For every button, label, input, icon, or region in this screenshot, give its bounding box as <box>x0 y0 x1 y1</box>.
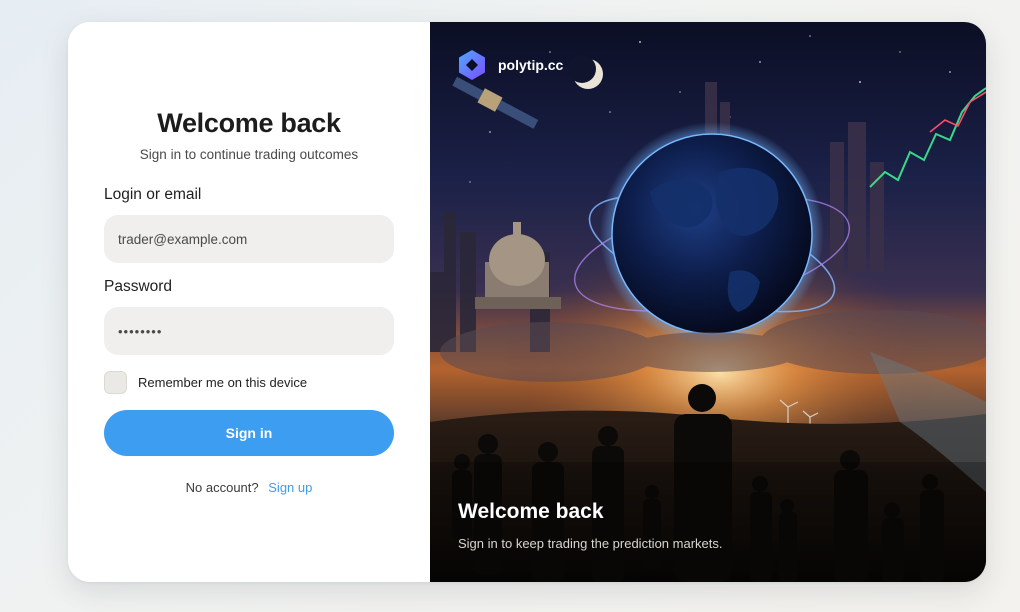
remember-label: Remember me on this device <box>138 375 308 390</box>
brand: polytip.cc <box>458 50 563 80</box>
no-account-text: No account? <box>185 480 259 495</box>
login-label: Login or email <box>104 186 202 203</box>
remember-row[interactable]: Remember me on this device <box>104 371 307 394</box>
login-panel: Welcome back Sign in to continue trading… <box>68 22 430 582</box>
page-title: Welcome back <box>157 108 341 138</box>
remember-checkbox[interactable] <box>104 371 127 394</box>
sign-in-button[interactable]: Sign in <box>104 410 394 456</box>
globe <box>611 133 813 335</box>
login-input[interactable] <box>104 215 394 263</box>
hero-title: Welcome back <box>458 500 604 523</box>
page-subtitle: Sign in to continue trading outcomes <box>139 147 359 162</box>
login-card: Welcome back Sign in to continue trading… <box>68 22 986 582</box>
sign-up-link[interactable]: Sign up <box>268 480 312 495</box>
capitol-building <box>475 222 561 309</box>
hero-illustration <box>430 35 986 582</box>
password-input[interactable] <box>104 307 394 355</box>
market-chart-line <box>869 87 986 188</box>
hero-subtitle: Sign in to keep trading the prediction m… <box>458 536 723 551</box>
password-label: Password <box>104 278 173 295</box>
hero-panel: polytip.cc Welcome back Sign in to keep … <box>430 22 986 582</box>
brand-name: polytip.cc <box>498 57 564 73</box>
polytip-logo-icon <box>458 50 486 80</box>
satellite <box>452 76 539 129</box>
signup-row: No account? Sign up <box>68 480 430 495</box>
